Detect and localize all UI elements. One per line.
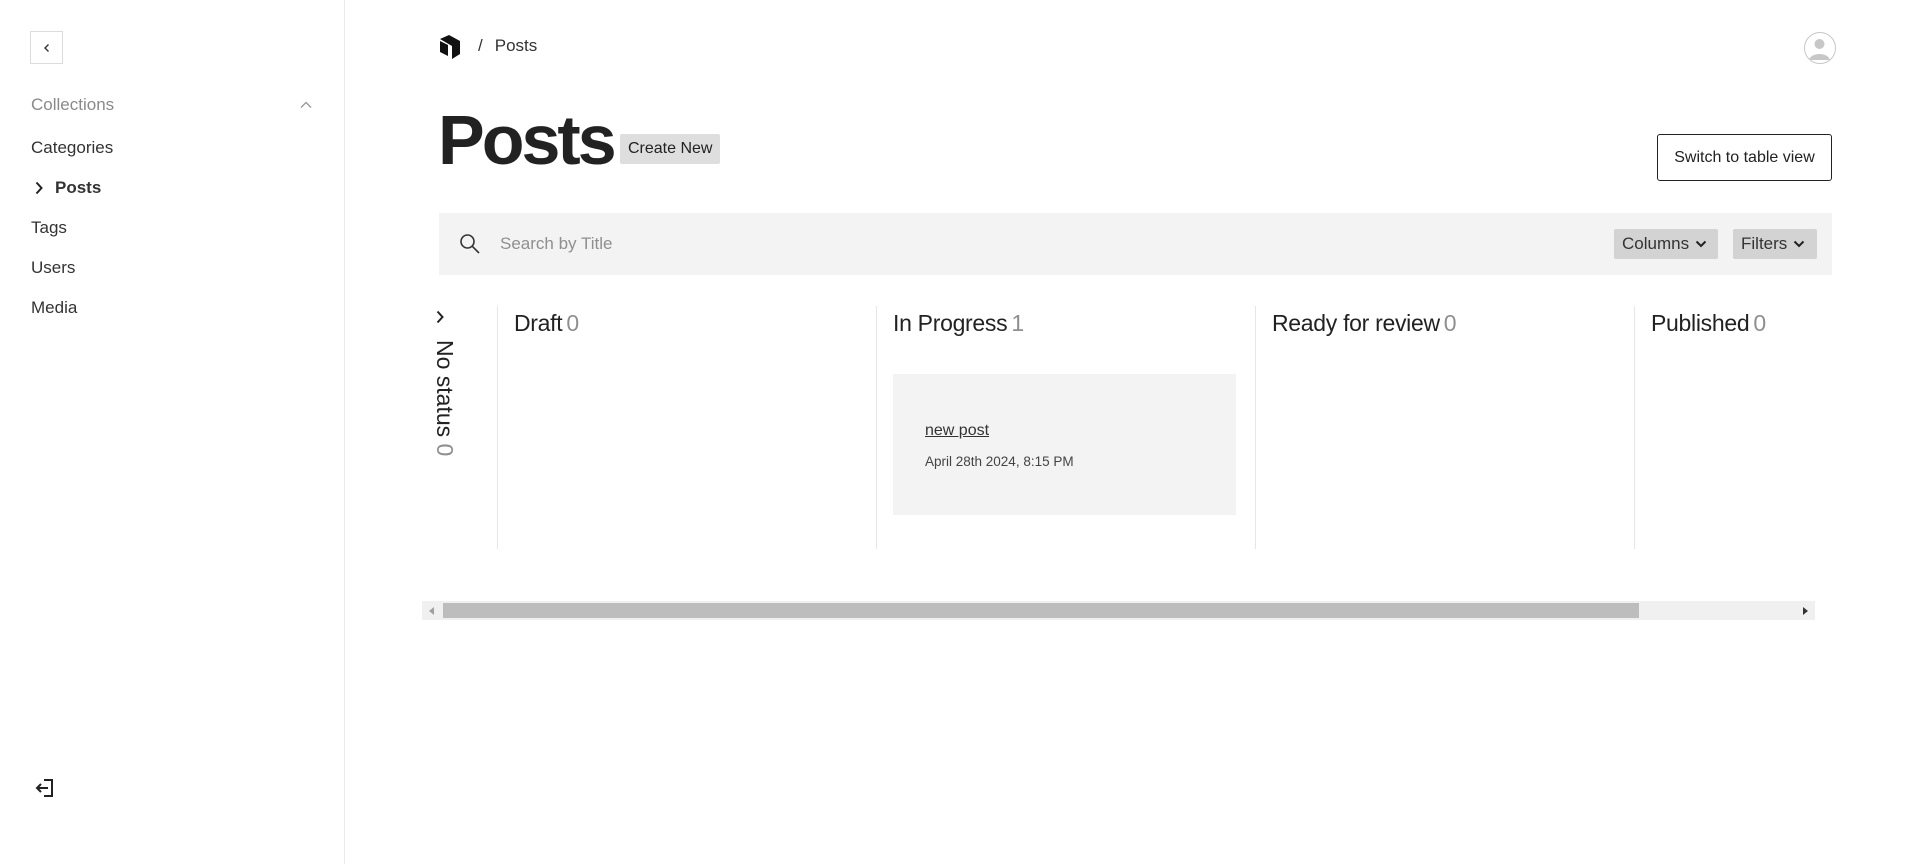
sidebar-item-label: Tags — [31, 218, 67, 237]
no-status-column-toggle[interactable]: No status 0 — [424, 304, 468, 464]
user-avatar-icon — [1809, 39, 1830, 60]
sidebar-item-users[interactable]: Users — [31, 248, 313, 288]
column-title: Published — [1651, 310, 1750, 336]
column-title: Draft — [514, 310, 563, 336]
no-status-label: No status 0 — [424, 340, 458, 456]
column-count: 1 — [1011, 310, 1024, 336]
column-header: Published 0 — [1651, 310, 1831, 337]
sidebar-item-label: Users — [31, 258, 76, 277]
scroll-left-button[interactable] — [422, 601, 442, 620]
filters-button[interactable]: Filters — [1733, 229, 1817, 259]
payload-logo[interactable] — [440, 35, 462, 59]
sidebar: Collections Categories Posts Tags Users … — [0, 0, 345, 864]
board-column-published: Published 0 — [1651, 306, 1831, 549]
sidebar-item-posts[interactable]: Posts — [31, 168, 313, 208]
column-count: 0 — [1753, 310, 1766, 336]
user-avatar[interactable] — [1804, 32, 1836, 64]
create-new-button[interactable]: Create New — [620, 134, 721, 164]
sidebar-item-label: Categories — [31, 138, 114, 157]
columns-label: Columns — [1622, 234, 1690, 253]
triangle-left-icon — [429, 606, 434, 615]
search-icon — [460, 234, 480, 254]
column-header: In Progress 1 — [893, 310, 1238, 337]
column-title: In Progress — [893, 310, 1008, 336]
sidebar-item-tags[interactable]: Tags — [31, 208, 313, 248]
scrollbar-thumb[interactable] — [443, 603, 1639, 618]
collections-nav: Categories Posts Tags Users Media — [31, 128, 313, 328]
chevron-left-icon — [43, 43, 49, 52]
list-controls: Columns Filters — [439, 213, 1832, 275]
page-title: Posts — [438, 101, 617, 179]
collections-group-toggle[interactable]: Collections — [31, 94, 313, 116]
chevron-right-icon — [35, 181, 43, 195]
logout-button[interactable] — [31, 774, 59, 802]
chevron-down-icon — [1695, 240, 1707, 248]
logout-icon — [35, 779, 53, 797]
sidebar-item-label: Posts — [55, 178, 102, 197]
breadcrumb-separator: / — [478, 36, 483, 55]
column-count: 0 — [1443, 310, 1457, 336]
chevron-up-icon — [300, 101, 312, 108]
switch-to-table-view-button[interactable]: Switch to table view — [1657, 134, 1832, 181]
chevron-right-icon — [436, 310, 444, 324]
column-count: 0 — [566, 310, 579, 336]
filters-label: Filters — [1741, 234, 1788, 253]
sidebar-item-label: Media — [31, 298, 78, 317]
column-divider — [1634, 306, 1635, 549]
scroll-right-button[interactable] — [1795, 601, 1815, 620]
chevron-down-icon — [1794, 240, 1805, 248]
board-column-draft: Draft 0 — [514, 306, 859, 549]
card-title-link[interactable]: new post — [925, 422, 989, 440]
collections-label: Collections — [31, 95, 115, 114]
no-status-count: 0 — [432, 443, 458, 457]
column-divider — [876, 306, 877, 549]
board-column-in-progress: In Progress 1 new post April 28th 2024, 8… — [893, 306, 1238, 549]
column-header: Draft 0 — [514, 310, 859, 337]
column-divider — [497, 306, 498, 549]
search-input[interactable] — [500, 213, 1520, 275]
collapse-sidebar-button[interactable] — [30, 31, 63, 64]
horizontal-scrollbar[interactable] — [422, 601, 1815, 620]
card-date: April 28th 2024, 8:15 PM — [925, 454, 1074, 469]
no-status-title: No status — [432, 340, 458, 438]
triangle-right-icon — [1803, 606, 1808, 615]
post-card[interactable]: new post April 28th 2024, 8:15 PM — [893, 374, 1236, 515]
columns-button[interactable]: Columns — [1614, 229, 1718, 259]
sidebar-item-categories[interactable]: Categories — [31, 128, 313, 168]
board-column-ready-for-review: Ready for review 0 — [1272, 306, 1617, 549]
breadcrumb-current: Posts — [494, 36, 538, 55]
column-header: Ready for review 0 — [1272, 310, 1617, 337]
breadcrumb: / Posts — [478, 36, 537, 56]
column-divider — [1255, 306, 1256, 549]
column-title: Ready for review — [1272, 310, 1440, 336]
sidebar-item-media[interactable]: Media — [31, 288, 313, 328]
